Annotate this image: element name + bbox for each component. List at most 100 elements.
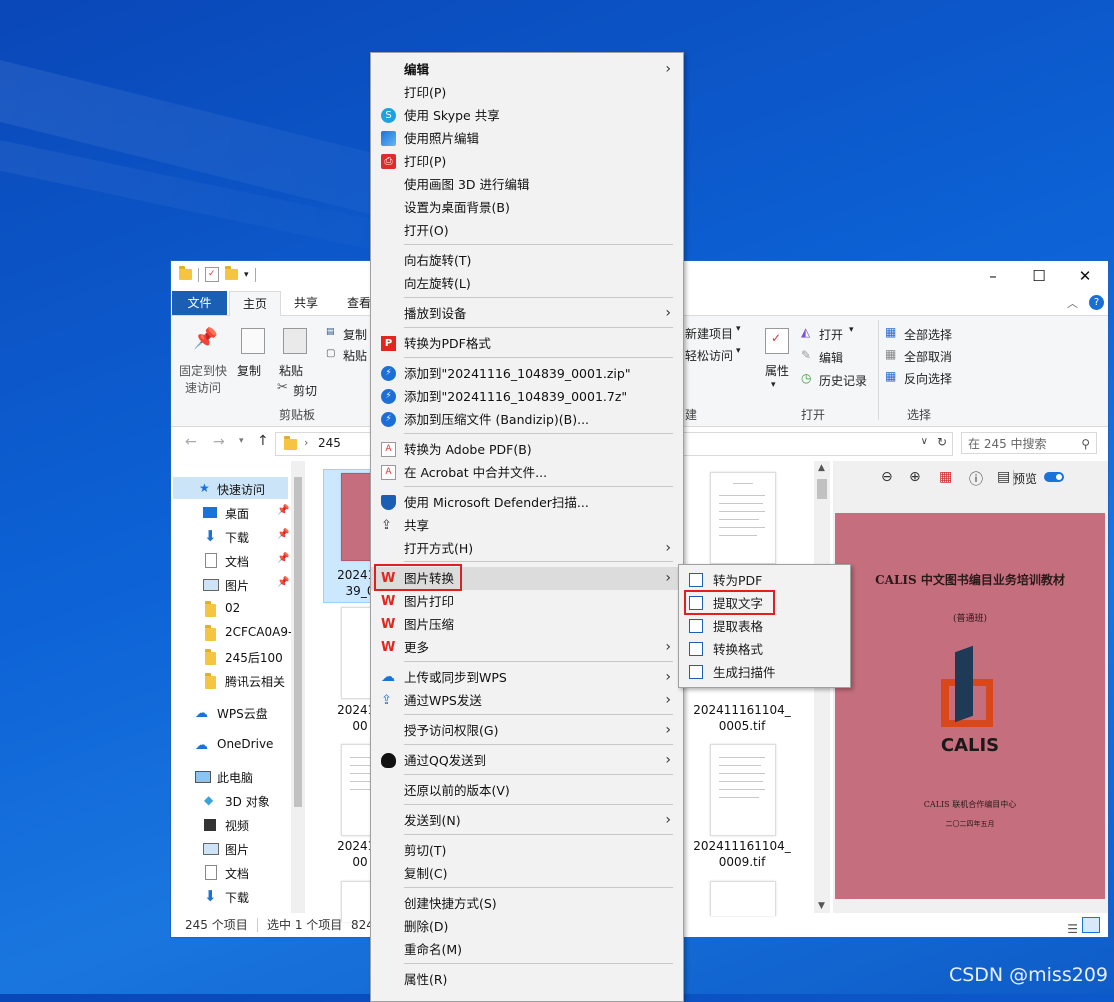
copy-button[interactable]: 复制 bbox=[237, 362, 261, 379]
properties-check-icon[interactable]: ✓ bbox=[205, 267, 219, 282]
edit-button[interactable]: 编辑 bbox=[819, 349, 843, 366]
help-icon[interactable]: ⓘ bbox=[969, 469, 983, 489]
breadcrumb-chevron-icon[interactable]: › bbox=[304, 436, 308, 449]
menu-item[interactable]: 使用 Microsoft Defender扫描... bbox=[371, 491, 683, 514]
menu-item[interactable]: 打印(P) bbox=[371, 81, 683, 104]
menu-item[interactable]: 打开(O) bbox=[371, 219, 683, 242]
menu-item[interactable]: ⇪ 共享 bbox=[371, 514, 683, 537]
properties-button[interactable]: 属性 bbox=[765, 362, 789, 379]
collapse-ribbon-icon[interactable]: ︿ bbox=[1067, 295, 1078, 311]
thumbnail-view-icon[interactable] bbox=[1082, 917, 1100, 933]
pin-icon[interactable]: 📌 bbox=[277, 505, 289, 516]
menu-item[interactable]: 删除(D) bbox=[371, 915, 683, 938]
nav-item-pictures[interactable]: 图片 bbox=[225, 577, 249, 594]
menu-item[interactable]: 属性(R) bbox=[371, 968, 683, 991]
menu-item[interactable]: ☁ 上传或同步到WPS › bbox=[371, 666, 683, 689]
nav-pc-pictures[interactable]: 图片 bbox=[225, 841, 249, 858]
tab-share[interactable]: 共享 bbox=[283, 291, 329, 315]
menu-item[interactable]: W 图片打印 bbox=[371, 590, 683, 613]
nav-item-desktop[interactable]: 桌面 bbox=[225, 505, 249, 522]
search-input[interactable]: 在 245 中搜索 ⚲ bbox=[961, 432, 1097, 454]
chevron-down-icon[interactable]: ▾ bbox=[736, 324, 741, 334]
menu-item[interactable]: ⚡ 添加到"20241116_104839_0001.zip" bbox=[371, 362, 683, 385]
easy-access-button[interactable]: 轻松访问 bbox=[685, 347, 733, 364]
submenu-item[interactable]: 提取表格 bbox=[679, 615, 850, 638]
menu-item[interactable]: W 更多 › bbox=[371, 636, 683, 659]
chevron-down-icon[interactable]: ▾ bbox=[771, 380, 776, 390]
preview-toggle[interactable] bbox=[1044, 472, 1064, 482]
pin-label[interactable]: 固定到快 bbox=[179, 362, 227, 379]
menu-item[interactable]: 通过QQ发送到 › bbox=[371, 749, 683, 772]
menu-item[interactable]: 设置为桌面背景(B) bbox=[371, 196, 683, 219]
new-folder-icon[interactable] bbox=[225, 266, 238, 280]
back-arrow-icon[interactable]: ← bbox=[185, 434, 197, 450]
file-name[interactable]: 202411161104_ 0009.tif bbox=[690, 838, 794, 870]
nav-item-folder-245[interactable]: 245后100 bbox=[225, 649, 283, 666]
details-view-icon[interactable]: ☰ bbox=[1067, 917, 1078, 941]
nav-item-folder-2cfca0a9[interactable]: 2CFCA0A9- bbox=[225, 625, 292, 639]
grid-icon[interactable]: ▦ bbox=[939, 469, 952, 485]
menu-item[interactable]: 剪切(T) bbox=[371, 839, 683, 862]
chevron-down-icon[interactable]: ▾ bbox=[736, 346, 741, 356]
pin-icon[interactable]: 📌 bbox=[277, 529, 289, 540]
submenu-item[interactable]: 转为PDF bbox=[679, 569, 850, 592]
menu-item[interactable]: P 转换为PDF格式 bbox=[371, 332, 683, 355]
scroll-down-icon[interactable]: ▼ bbox=[818, 901, 825, 911]
breadcrumb[interactable]: 245 bbox=[318, 436, 341, 450]
close-button[interactable]: ✕ bbox=[1062, 261, 1108, 291]
menu-item[interactable]: 使用照片编辑 bbox=[371, 127, 683, 150]
chevron-down-icon[interactable]: ∨ bbox=[921, 436, 928, 447]
paste-shortcut-button[interactable]: 粘贴 bbox=[343, 347, 367, 364]
minimize-button[interactable]: – bbox=[970, 261, 1016, 291]
file-thumbnail[interactable] bbox=[710, 472, 776, 564]
layout-icon[interactable]: ▤ bbox=[997, 469, 1010, 485]
paste-button[interactable]: 粘贴 bbox=[279, 362, 303, 379]
help-icon[interactable]: ? bbox=[1089, 295, 1104, 310]
scrollbar-thumb[interactable] bbox=[817, 479, 827, 499]
tab-home[interactable]: 主页 bbox=[229, 291, 281, 317]
menu-item[interactable]: 复制(C) bbox=[371, 862, 683, 885]
zoom-in-icon[interactable]: ⊕ bbox=[909, 469, 921, 485]
menu-item[interactable]: 发送到(N) › bbox=[371, 809, 683, 832]
invert-selection-button[interactable]: 反向选择 bbox=[904, 370, 952, 387]
nav-pc-documents[interactable]: 文档 bbox=[225, 865, 249, 882]
nav-item-folder-02[interactable]: 02 bbox=[225, 601, 240, 615]
nav-onedrive[interactable]: OneDrive bbox=[217, 737, 273, 751]
menu-item[interactable]: A 转换为 Adobe PDF(B) bbox=[371, 438, 683, 461]
menu-item[interactable]: 向左旋转(L) bbox=[371, 272, 683, 295]
maximize-button[interactable]: ☐ bbox=[1016, 261, 1062, 291]
nav-this-pc[interactable]: 此电脑 bbox=[217, 769, 253, 786]
menu-item[interactable]: A 在 Acrobat 中合并文件... bbox=[371, 461, 683, 484]
menu-item[interactable]: ⚡ 添加到压缩文件 (Bandizip)(B)... bbox=[371, 408, 683, 431]
menu-item[interactable]: ⇪ 通过WPS发送 › bbox=[371, 689, 683, 712]
file-thumbnail[interactable] bbox=[710, 881, 776, 916]
tab-file[interactable]: 文件 bbox=[172, 291, 227, 315]
nav-item-downloads[interactable]: 下载 bbox=[225, 529, 249, 546]
refresh-icon[interactable]: ↻ bbox=[937, 435, 947, 449]
menu-item[interactable]: 编辑 › bbox=[371, 58, 683, 81]
menu-item[interactable]: 创建快捷方式(S) bbox=[371, 892, 683, 915]
menu-item[interactable]: 打开方式(H) › bbox=[371, 537, 683, 560]
submenu-item[interactable]: 生成扫描件 bbox=[679, 661, 850, 684]
file-thumbnail[interactable] bbox=[710, 744, 776, 836]
menu-item[interactable]: S 使用 Skype 共享 bbox=[371, 104, 683, 127]
recent-locations-icon[interactable]: ▾ bbox=[239, 436, 244, 446]
nav-scrollbar[interactable] bbox=[291, 461, 305, 913]
forward-arrow-icon[interactable]: → bbox=[213, 434, 225, 450]
select-all-button[interactable]: 全部选择 bbox=[904, 326, 952, 343]
nav-item-documents[interactable]: 文档 bbox=[225, 553, 249, 570]
menu-item[interactable]: 还原以前的版本(V) bbox=[371, 779, 683, 802]
menu-item[interactable]: 授予访问权限(G) › bbox=[371, 719, 683, 742]
history-button[interactable]: 历史记录 bbox=[819, 372, 867, 389]
chevron-down-icon[interactable]: ▾ bbox=[244, 270, 249, 280]
file-name[interactable]: 202411161104_ 0005.tif bbox=[690, 702, 794, 734]
menu-item[interactable]: W 图片压缩 bbox=[371, 613, 683, 636]
pin-icon[interactable]: 📌 bbox=[277, 577, 289, 588]
menu-item[interactable]: ⚡ 添加到"20241116_104839_0001.7z" bbox=[371, 385, 683, 408]
chevron-down-icon[interactable]: ▾ bbox=[849, 325, 854, 335]
copy-path-button[interactable]: 复制 bbox=[343, 326, 367, 343]
menu-item[interactable]: 使用画图 3D 进行编辑 bbox=[371, 173, 683, 196]
select-none-button[interactable]: 全部取消 bbox=[904, 348, 952, 365]
menu-item[interactable]: ⎙ 打印(P) bbox=[371, 150, 683, 173]
scroll-up-icon[interactable]: ▲ bbox=[818, 463, 825, 473]
